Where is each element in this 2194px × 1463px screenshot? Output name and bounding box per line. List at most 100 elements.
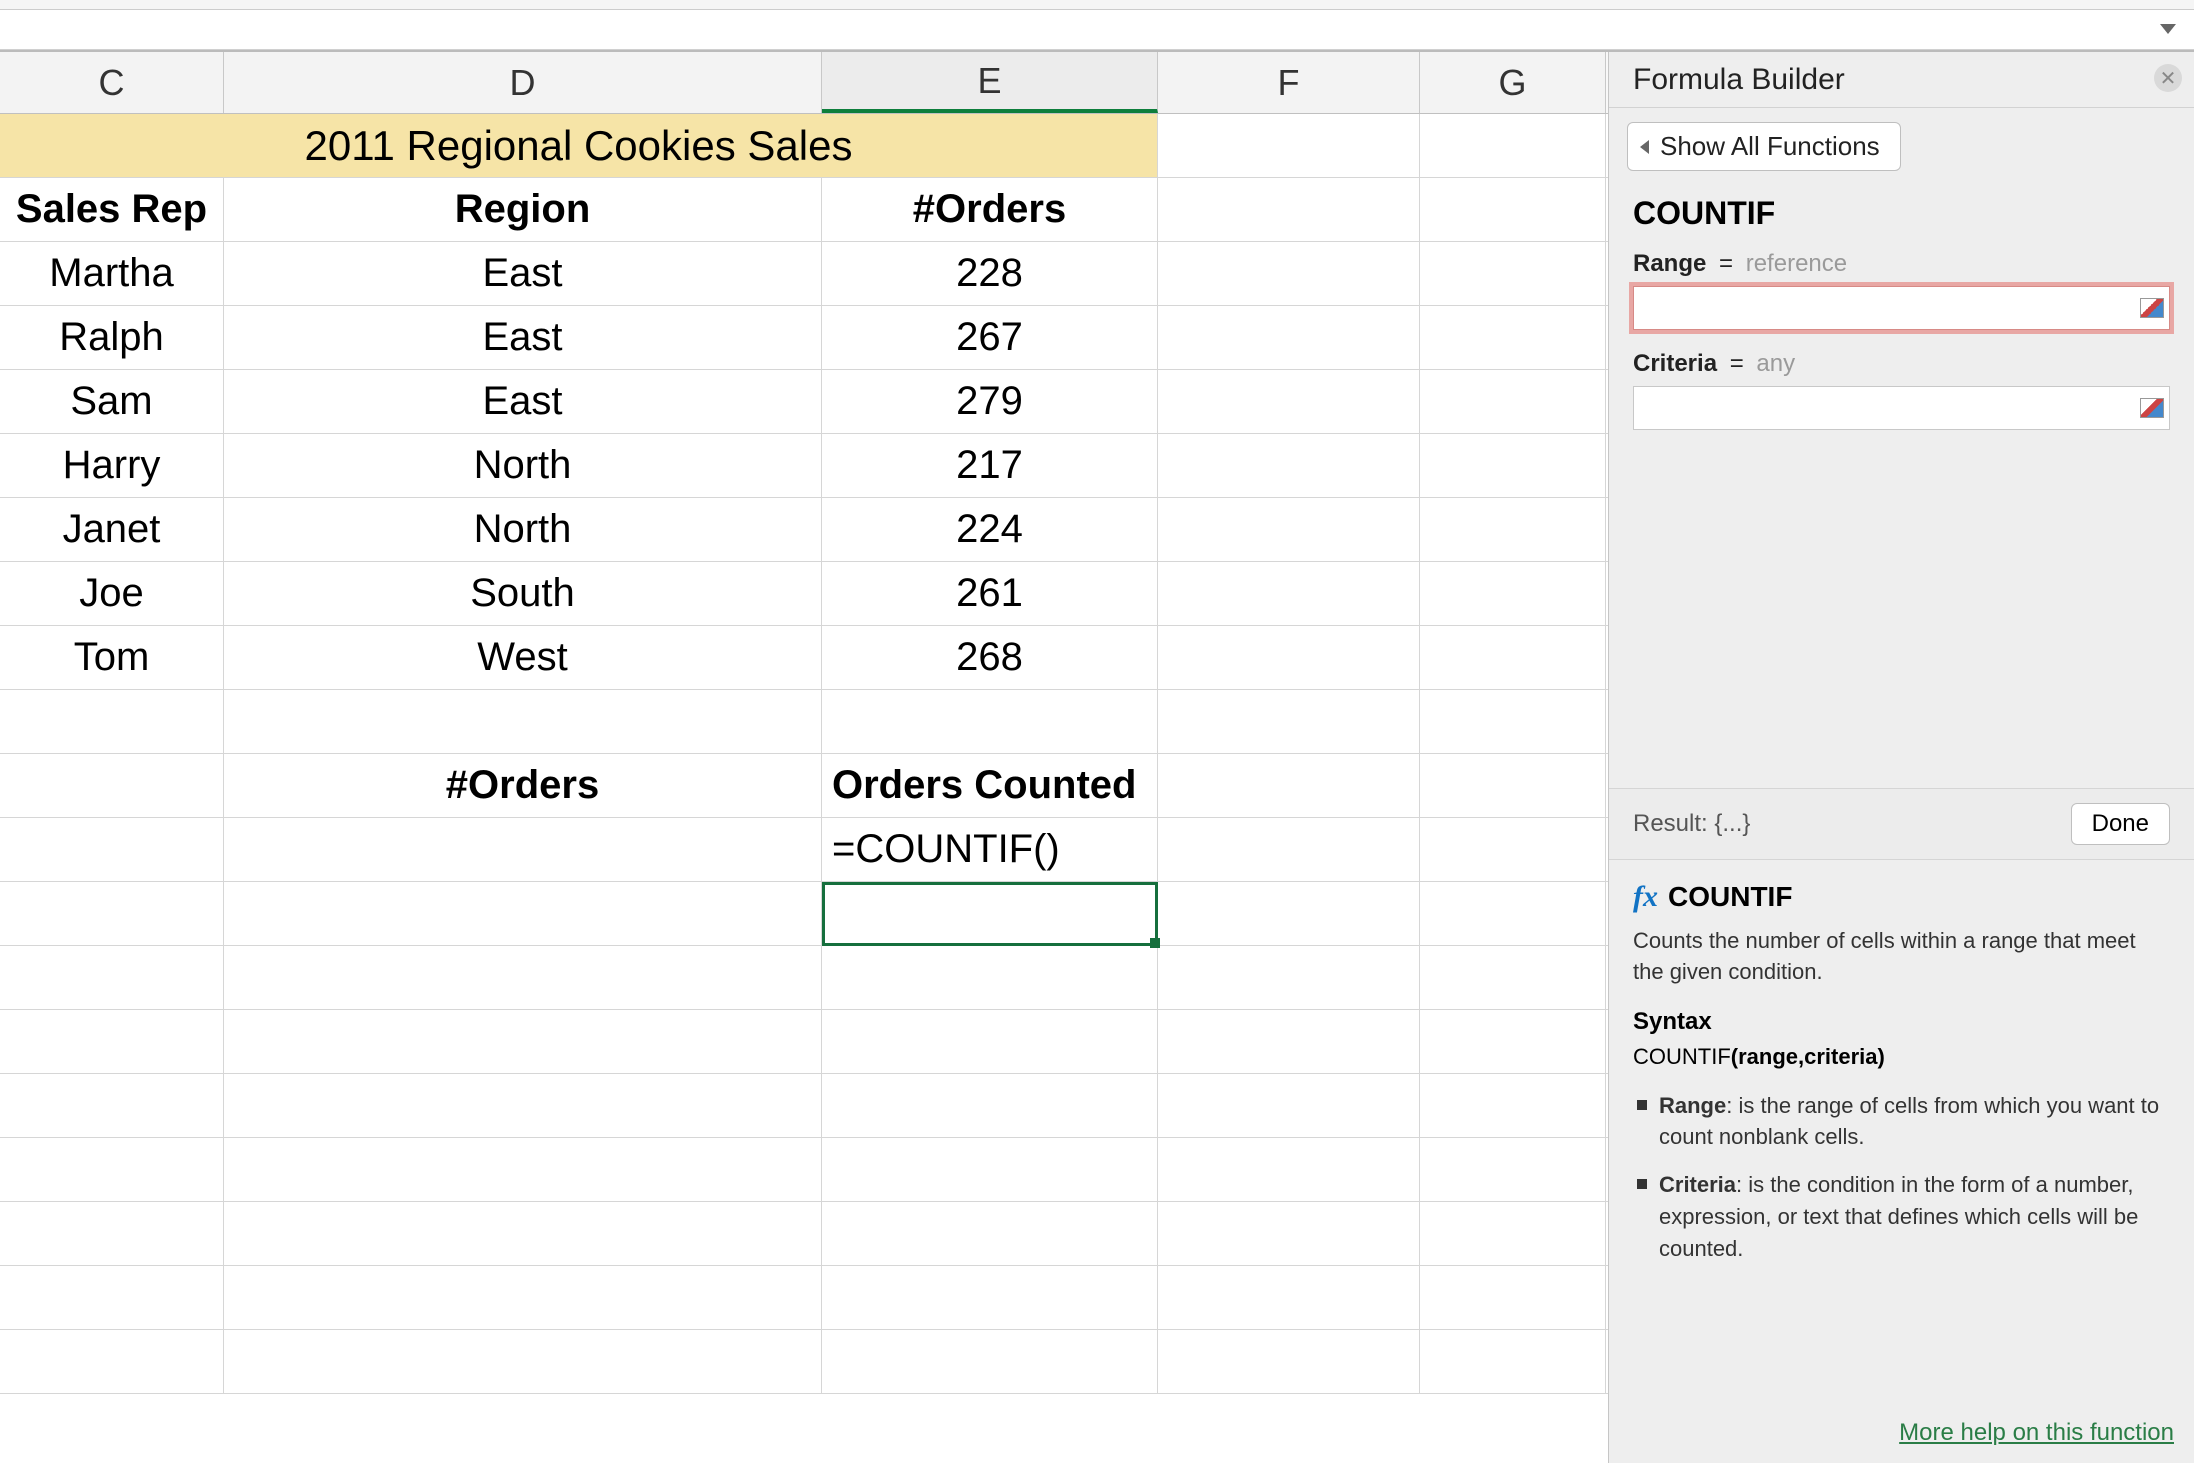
- cell[interactable]: [224, 1138, 822, 1201]
- cell[interactable]: [1158, 242, 1420, 305]
- cell[interactable]: [1158, 178, 1420, 241]
- cell[interactable]: [0, 1266, 224, 1329]
- cell[interactable]: [224, 1074, 822, 1137]
- cell[interactable]: [0, 882, 224, 945]
- cell[interactable]: [1158, 818, 1420, 881]
- cell[interactable]: [0, 1074, 224, 1137]
- cell-orders[interactable]: 261: [822, 562, 1158, 625]
- col-header-G[interactable]: G: [1420, 52, 1606, 113]
- cell[interactable]: [822, 690, 1158, 753]
- cell[interactable]: [822, 882, 1158, 945]
- cell[interactable]: [1420, 1202, 1606, 1265]
- cell[interactable]: [1420, 370, 1606, 433]
- cell[interactable]: [1158, 434, 1420, 497]
- cell-orders[interactable]: 279: [822, 370, 1158, 433]
- cell[interactable]: [0, 1010, 224, 1073]
- cell[interactable]: [822, 1010, 1158, 1073]
- cell-orders[interactable]: 224: [822, 498, 1158, 561]
- cell[interactable]: [1158, 1074, 1420, 1137]
- cell[interactable]: [1158, 562, 1420, 625]
- cell[interactable]: [0, 1330, 224, 1393]
- cell[interactable]: [1420, 1010, 1606, 1073]
- cell[interactable]: [1420, 1138, 1606, 1201]
- cell[interactable]: [224, 882, 822, 945]
- cell-region[interactable]: West: [224, 626, 822, 689]
- header-region[interactable]: Region: [224, 178, 822, 241]
- cell[interactable]: [224, 1266, 822, 1329]
- cell[interactable]: [1158, 1010, 1420, 1073]
- col-header-C[interactable]: C: [0, 52, 224, 113]
- cell[interactable]: [1158, 306, 1420, 369]
- arg-range-input[interactable]: [1633, 286, 2170, 330]
- cell[interactable]: [822, 1074, 1158, 1137]
- cell-rep[interactable]: Joe: [0, 562, 224, 625]
- col-header-D[interactable]: D: [224, 52, 822, 113]
- cell[interactable]: [1420, 818, 1606, 881]
- cell-region[interactable]: East: [224, 306, 822, 369]
- cell-orders[interactable]: 268: [822, 626, 1158, 689]
- cell[interactable]: [0, 1202, 224, 1265]
- cell[interactable]: [0, 946, 224, 1009]
- cell[interactable]: [822, 1330, 1158, 1393]
- col-header-E[interactable]: E: [822, 52, 1158, 113]
- cell[interactable]: [1158, 498, 1420, 561]
- cell-region[interactable]: East: [224, 370, 822, 433]
- cell[interactable]: [822, 1138, 1158, 1201]
- cell[interactable]: [1158, 626, 1420, 689]
- cell-region[interactable]: North: [224, 498, 822, 561]
- cell[interactable]: [1420, 882, 1606, 945]
- summary-orders-counted-label[interactable]: Orders Counted: [822, 754, 1158, 817]
- cell[interactable]: [224, 818, 822, 881]
- cell[interactable]: [1420, 754, 1606, 817]
- cell[interactable]: [1420, 1330, 1606, 1393]
- cell-rep[interactable]: Tom: [0, 626, 224, 689]
- cell[interactable]: [1158, 1266, 1420, 1329]
- close-icon[interactable]: ✕: [2154, 64, 2182, 92]
- cell[interactable]: [1158, 370, 1420, 433]
- cell[interactable]: [0, 818, 224, 881]
- range-selector-icon[interactable]: [2140, 298, 2164, 318]
- header-orders[interactable]: #Orders: [822, 178, 1158, 241]
- cell[interactable]: [1158, 690, 1420, 753]
- col-header-F[interactable]: F: [1158, 52, 1420, 113]
- cell[interactable]: [1158, 1202, 1420, 1265]
- cell[interactable]: [1420, 1074, 1606, 1137]
- spreadsheet-area[interactable]: C D E F G 2011 Regional Cookies Sales Sa…: [0, 52, 1608, 1463]
- cell[interactable]: [1158, 114, 1420, 177]
- cell[interactable]: [1420, 114, 1606, 177]
- cell[interactable]: [1420, 178, 1606, 241]
- cell-region[interactable]: North: [224, 434, 822, 497]
- cell[interactable]: [0, 1138, 224, 1201]
- cell[interactable]: [224, 946, 822, 1009]
- cell[interactable]: [1420, 946, 1606, 1009]
- cell-rep[interactable]: Martha: [0, 242, 224, 305]
- range-selector-icon[interactable]: [2140, 398, 2164, 418]
- cell[interactable]: [822, 946, 1158, 1009]
- cell[interactable]: [1158, 946, 1420, 1009]
- cell[interactable]: [822, 1202, 1158, 1265]
- cell-rep[interactable]: Janet: [0, 498, 224, 561]
- cell[interactable]: [224, 690, 822, 753]
- cell[interactable]: [0, 690, 224, 753]
- cell[interactable]: [1420, 562, 1606, 625]
- cell[interactable]: [1158, 1330, 1420, 1393]
- arg-criteria-input[interactable]: [1633, 386, 2170, 430]
- formula-cell[interactable]: =COUNTIF(): [822, 818, 1158, 881]
- cell[interactable]: [1420, 690, 1606, 753]
- header-sales-rep[interactable]: Sales Rep: [0, 178, 224, 241]
- cell[interactable]: [1420, 498, 1606, 561]
- cell-orders[interactable]: 267: [822, 306, 1158, 369]
- cell[interactable]: [1158, 1138, 1420, 1201]
- expand-formula-bar-icon[interactable]: [2160, 24, 2176, 34]
- cell-rep[interactable]: Sam: [0, 370, 224, 433]
- cell[interactable]: [1158, 754, 1420, 817]
- cell-rep[interactable]: Ralph: [0, 306, 224, 369]
- cell[interactable]: [822, 1266, 1158, 1329]
- cell[interactable]: [0, 754, 224, 817]
- cell[interactable]: [1420, 242, 1606, 305]
- cell-orders[interactable]: 228: [822, 242, 1158, 305]
- cell-region[interactable]: South: [224, 562, 822, 625]
- cell[interactable]: [1420, 626, 1606, 689]
- show-all-functions-button[interactable]: Show All Functions: [1627, 122, 1901, 171]
- title-cell[interactable]: 2011 Regional Cookies Sales: [0, 114, 1158, 177]
